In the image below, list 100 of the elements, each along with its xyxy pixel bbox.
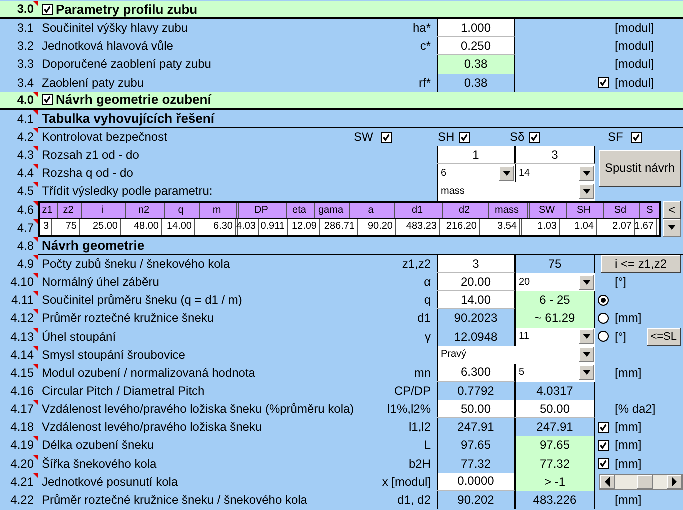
symbol-label: L <box>423 438 432 452</box>
scroll-left-button[interactable]: < <box>663 200 681 219</box>
checkbox[interactable] <box>598 77 608 88</box>
symbol-label: d1 <box>416 311 432 326</box>
dropdown-field[interactable]: 6 <box>437 164 515 182</box>
input-field[interactable]: 3 <box>437 254 515 274</box>
dropdown-field[interactable]: Pravý <box>437 346 595 364</box>
symbol-label: z1,z2 <box>401 257 432 272</box>
checkbox[interactable] <box>42 4 53 15</box>
row-label: Součinitel průměru šneku (q = d1 / m) <box>41 293 244 308</box>
table-cell: 12.09 <box>288 218 320 235</box>
radio-button[interactable] <box>598 312 608 324</box>
row-label: Normálný úhel záběru <box>41 275 160 290</box>
row-number: 3.1 <box>17 21 34 36</box>
row-label: Rozsah z1 od - do <box>41 148 140 162</box>
radio-button[interactable] <box>598 331 608 342</box>
value-cell: 247.91 <box>437 418 515 436</box>
dropdown-field[interactable]: 5 <box>515 364 595 382</box>
dropdown-arrow-icon <box>582 334 590 340</box>
row-number: 4.0 <box>17 92 34 107</box>
input-field[interactable]: 50.00 <box>437 400 515 418</box>
table-cell: 0.911 <box>259 218 288 235</box>
row-label: Kontrolovat bezpečnost <box>41 130 168 144</box>
input-field[interactable]: 0.0000 <box>437 472 515 491</box>
dropdown-field[interactable]: 14 <box>515 164 595 182</box>
unit-label: [°] <box>615 275 626 290</box>
dropdown-field[interactable]: 20 <box>515 273 595 292</box>
value-cell: 90.2023 <box>437 309 515 328</box>
table-cell: d2 <box>443 202 489 218</box>
row-number: 4.1 <box>17 112 34 126</box>
table-cell: d1 <box>395 202 443 218</box>
unit-label: [mm] <box>615 492 642 507</box>
value-cell: 77.32 <box>437 454 515 473</box>
symbol-label: mn <box>413 366 432 380</box>
table-cell: 1.03 <box>522 218 560 235</box>
table-cell: z2 <box>58 202 82 218</box>
dropdown-button[interactable] <box>663 218 681 237</box>
unit-label: [mm] <box>615 366 642 380</box>
value-cell: 12.0948 <box>437 328 515 346</box>
value-cell: 483.226 <box>515 490 595 509</box>
symbol-label: rf* <box>418 76 432 90</box>
checkbox[interactable] <box>598 458 608 470</box>
input-field[interactable]: 3 <box>515 146 595 164</box>
row-number: 4.14 <box>10 348 34 362</box>
dropdown-field[interactable]: 11 <box>515 328 595 346</box>
row-number: 4.8 <box>17 238 34 253</box>
apply-button[interactable]: i <= z1,z2 <box>601 255 681 274</box>
checkbox[interactable] <box>631 132 642 143</box>
table-cell: 6.30 <box>195 218 238 235</box>
checkbox[interactable] <box>528 132 540 143</box>
row-label: Circular Pitch / Diametral Pitch <box>41 384 206 398</box>
row-number: 4.17 <box>10 402 34 416</box>
row-label: Součinitel výšky hlavy zubu <box>41 21 190 36</box>
checkbox[interactable] <box>458 132 470 143</box>
table-cell: 2.07 <box>597 218 635 235</box>
row-label: Úhel stoupání <box>41 330 118 344</box>
value-cell: 75 <box>515 254 595 274</box>
checkbox[interactable] <box>381 132 392 143</box>
unit-label: [% da2] <box>615 402 656 416</box>
table-cell: 3 <box>40 218 52 235</box>
row-number: 3.2 <box>17 39 34 54</box>
input-field[interactable]: 6.300 <box>437 364 515 382</box>
table-cell: 3.54 <box>480 218 522 235</box>
table-cell: z1 <box>40 202 58 218</box>
checkbox[interactable] <box>598 440 608 451</box>
sl-button[interactable]: <=SL <box>646 328 681 346</box>
horizontal-scrollbar[interactable] <box>599 474 683 490</box>
row-number: 4.4 <box>17 166 34 180</box>
value-cell: 4.0317 <box>515 382 595 400</box>
value-cell: 0.38 <box>437 55 515 74</box>
input-field[interactable]: 50.00 <box>515 400 595 418</box>
unit-label: [modul] <box>615 57 654 72</box>
input-field[interactable]: 0.250 <box>437 37 515 56</box>
symbol-label: q <box>423 293 432 308</box>
row-label: Modul ozubení / normalizovaná hodnota <box>41 366 256 380</box>
input-field[interactable]: 14.00 <box>437 291 515 310</box>
row-label: Třídit výsledky podle parametru: <box>41 184 214 198</box>
row-number: 4.11 <box>12 293 34 308</box>
radio-button[interactable] <box>598 294 608 306</box>
value-cell: ~ 61.29 <box>515 309 595 328</box>
row-label: Smysl stoupání šroubovice <box>41 348 186 362</box>
dropdown-field[interactable]: mass <box>437 182 595 201</box>
input-field[interactable]: 20.00 <box>437 273 515 292</box>
table-cell: a <box>350 202 395 218</box>
checkbox[interactable] <box>598 422 608 433</box>
value-cell: > -1 <box>515 472 595 491</box>
input-field[interactable]: 1 <box>437 146 515 164</box>
table-cell: 90.20 <box>358 218 396 235</box>
input-field[interactable]: 1.000 <box>437 19 515 38</box>
unit-label: [modul] <box>615 76 654 90</box>
row-number: 3.4 <box>17 76 34 90</box>
row-number: 4.21 <box>10 474 34 489</box>
value-cell: 97.65 <box>437 436 515 455</box>
checkbox[interactable] <box>42 94 53 106</box>
row-number: 4.9 <box>17 257 34 272</box>
check-label: SH <box>438 130 455 144</box>
run-design-button[interactable]: Spustit návrh <box>599 150 681 188</box>
row-number: 4.22 <box>10 492 34 507</box>
table-cell: eta <box>287 202 315 218</box>
row-number: 4.3 <box>17 148 34 162</box>
